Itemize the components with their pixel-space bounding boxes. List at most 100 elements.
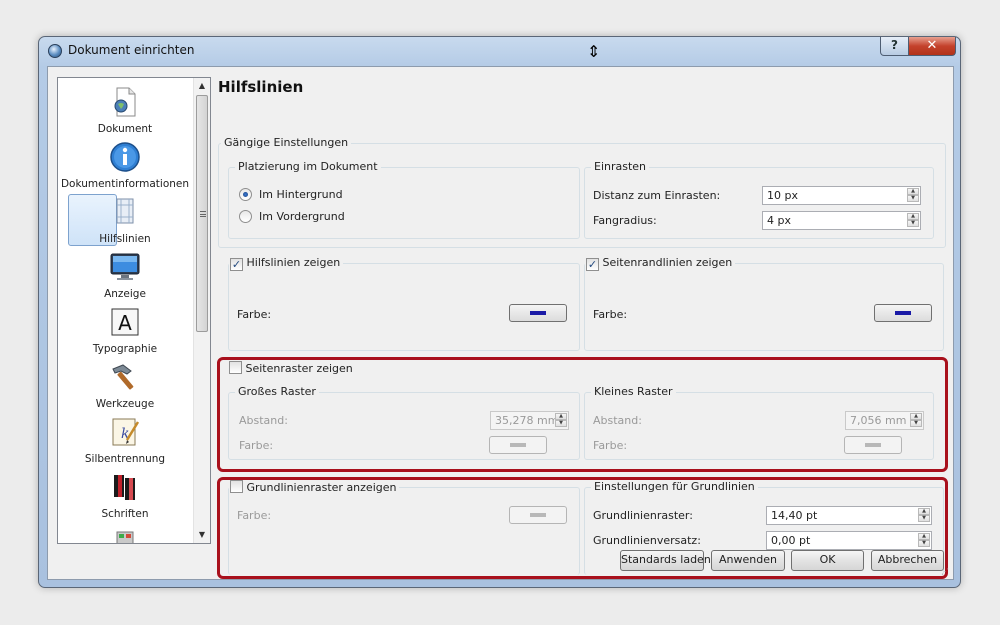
scroll-thumb[interactable] [196, 95, 208, 332]
title-bar[interactable]: Dokument einrichten ⇕ ? ✕ [39, 37, 960, 65]
spin-buttons[interactable]: ▲ ▼ [918, 508, 930, 523]
baseline-color-label: Farbe: [237, 509, 272, 522]
baseline-color-button[interactable] [509, 506, 567, 524]
resize-cursor-icon: ⇕ [587, 42, 601, 61]
spin-up-icon[interactable]: ▲ [918, 508, 930, 515]
guides-checkbox[interactable]: ✓ [230, 258, 243, 271]
margins-legend: ✓ Seitenrandlinien zeigen [585, 256, 736, 271]
group-legend: Gängige Einstellungen [221, 136, 352, 149]
sidebar: Dokument Dokumentinformationen Hilfslini… [57, 77, 211, 544]
baseline-checkbox[interactable] [230, 480, 243, 493]
load-defaults-button[interactable]: Standards laden [620, 550, 711, 571]
grid-checkbox-label[interactable]: Seitenraster zeigen [246, 362, 353, 375]
spin-down-icon[interactable]: ▼ [555, 420, 567, 427]
info-icon [110, 142, 140, 172]
sidebar-item-label: Hilfslinien [99, 233, 151, 245]
snap-radius-field[interactable]: 4 px ▲ ▼ [762, 211, 921, 230]
spin-down-icon[interactable]: ▼ [910, 420, 922, 427]
major-color-label: Farbe: [239, 439, 274, 452]
spin-up-icon[interactable]: ▲ [918, 533, 930, 540]
group-legend: Kleines Raster [591, 385, 676, 398]
app-icon [48, 44, 62, 58]
radio-foreground[interactable] [239, 210, 252, 223]
radio-background-label[interactable]: Im Hintergrund [259, 188, 343, 201]
cancel-button[interactable]: Abbrechen [871, 550, 944, 571]
sidebar-item-anzeige[interactable]: Anzeige [58, 250, 192, 304]
major-color-button[interactable] [489, 436, 547, 454]
margins-group: ✓ Seitenrandlinien zeigen Farbe: [584, 256, 944, 351]
minor-spacing-value: 7,056 mm [850, 414, 907, 427]
sidebar-item-label: Anzeige [104, 288, 146, 300]
color-swatch [530, 311, 546, 315]
margins-checkbox-label[interactable]: Seitenrandlinien zeigen [603, 256, 733, 269]
monitor-icon [110, 253, 140, 280]
sidebar-scrollbar[interactable]: ▲ ▼ [193, 78, 210, 543]
sidebar-item-typographie[interactable]: A Typographie [58, 305, 192, 359]
close-button[interactable]: ✕ [908, 37, 956, 56]
guides-color-label: Farbe: [237, 308, 272, 321]
grid-checkbox[interactable] [229, 361, 242, 374]
sidebar-item-silbentrennung[interactable]: k Silbentrennung [58, 415, 192, 469]
minor-spacing-label: Abstand: [593, 414, 642, 427]
sidebar-item-schriften[interactable]: Schriften [58, 470, 192, 524]
sidebar-item-werkzeuge[interactable]: Werkzeuge [58, 360, 192, 414]
hyphenation-icon: k [112, 418, 140, 446]
snap-radius-value: 4 px [767, 214, 791, 227]
margins-checkbox[interactable]: ✓ [586, 258, 599, 271]
sidebar-item-partial[interactable] [58, 525, 192, 543]
spin-up-icon[interactable]: ▲ [907, 213, 919, 220]
sidebar-item-dokumentinformationen[interactable]: Dokumentinformationen [58, 140, 192, 194]
baseline-grid-field[interactable]: 14,40 pt ▲ ▼ [766, 506, 932, 525]
scroll-down-icon[interactable]: ▼ [194, 527, 210, 543]
baseline-offset-value: 0,00 pt [771, 534, 811, 547]
radio-background[interactable] [239, 188, 252, 201]
guides-checkbox-label[interactable]: Hilfslinien zeigen [247, 256, 341, 269]
minor-color-button[interactable] [844, 436, 902, 454]
dialog-client: Dokument Dokumentinformationen Hilfslini… [47, 66, 954, 580]
snap-group: Einrasten Distanz zum Einrasten: 10 px ▲… [584, 160, 934, 239]
snap-distance-field[interactable]: 10 px ▲ ▼ [762, 186, 921, 205]
radio-foreground-label[interactable]: Im Vordergrund [259, 210, 345, 223]
snap-radius-label: Fangradius: [593, 214, 657, 227]
baseline-grid-value: 14,40 pt [771, 509, 818, 522]
sidebar-item-hilfslinien[interactable]: Hilfslinien [58, 194, 192, 249]
spin-up-icon[interactable]: ▲ [910, 413, 922, 420]
guides-color-button[interactable] [509, 304, 567, 322]
sidebar-item-dokument[interactable]: Dokument [58, 85, 192, 139]
size-grip-icon[interactable]: ⋰ [941, 567, 951, 577]
apply-button[interactable]: Anwenden [711, 550, 785, 571]
help-button[interactable]: ? [880, 37, 909, 56]
major-spacing-label: Abstand: [239, 414, 288, 427]
major-spacing-field[interactable]: 35,278 mm ▲ ▼ [490, 411, 569, 430]
major-spacing-value: 35,278 mm [495, 414, 559, 427]
guides-legend: ✓ Hilfslinien zeigen [229, 256, 344, 271]
guides-group: ✓ Hilfslinien zeigen Farbe: [228, 256, 580, 351]
baseline-checkbox-label[interactable]: Grundlinienraster anzeigen [247, 481, 397, 494]
sidebar-item-label: Werkzeuge [95, 398, 155, 410]
minor-color-label: Farbe: [593, 439, 628, 452]
sidebar-item-label: Silbentrennung [84, 453, 166, 465]
minor-spacing-field[interactable]: 7,056 mm ▲ ▼ [845, 411, 924, 430]
spin-down-icon[interactable]: ▼ [907, 220, 919, 227]
group-legend: Großes Raster [235, 385, 319, 398]
spin-buttons[interactable]: ▲ ▼ [555, 413, 567, 428]
margins-color-button[interactable] [874, 304, 932, 322]
grid-legend: Seitenraster zeigen [228, 361, 356, 375]
group-legend: Einrasten [591, 160, 650, 173]
spin-up-icon[interactable]: ▲ [555, 413, 567, 420]
spin-down-icon[interactable]: ▼ [918, 540, 930, 547]
sidebar-item-label: Dokument [97, 123, 153, 135]
baseline-offset-field[interactable]: 0,00 pt ▲ ▼ [766, 531, 932, 550]
guides-icon [116, 198, 134, 224]
spin-buttons[interactable]: ▲ ▼ [918, 533, 930, 548]
scroll-up-icon[interactable]: ▲ [194, 78, 210, 94]
sidebar-item-label: Schriften [101, 508, 149, 520]
spin-down-icon[interactable]: ▼ [907, 195, 919, 202]
spin-buttons[interactable]: ▲ ▼ [907, 213, 919, 228]
spin-up-icon[interactable]: ▲ [907, 188, 919, 195]
spin-down-icon[interactable]: ▼ [918, 515, 930, 522]
color-swatch [865, 443, 881, 447]
ok-button[interactable]: OK [791, 550, 864, 571]
spin-buttons[interactable]: ▲ ▼ [907, 188, 919, 203]
spin-buttons[interactable]: ▲ ▼ [910, 413, 922, 428]
